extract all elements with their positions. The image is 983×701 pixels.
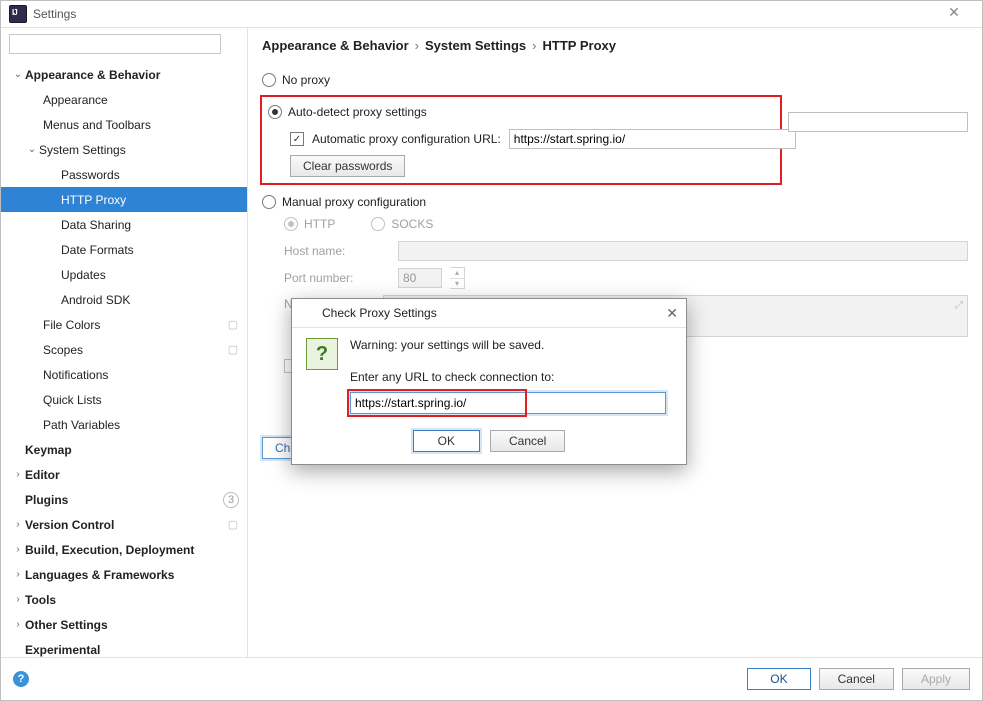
chevron-right-icon: ›: [11, 568, 25, 582]
tree-updates[interactable]: Updates: [1, 262, 247, 287]
tree-notifications[interactable]: Notifications: [1, 362, 247, 387]
radio-label: SOCKS: [391, 217, 433, 231]
tree-version-control[interactable]: ›Version Control▢: [1, 512, 247, 537]
button-bar: ? OK Cancel Apply: [1, 657, 982, 700]
chevron-right-icon: ›: [11, 593, 25, 607]
window-title: Settings: [33, 7, 76, 21]
chevron-right-icon: ›: [532, 38, 536, 53]
tree-languages[interactable]: ›Languages & Frameworks: [1, 562, 247, 587]
tree-tools[interactable]: ›Tools: [1, 587, 247, 612]
apply-button[interactable]: Apply: [902, 668, 970, 690]
tree-experimental[interactable]: Experimental: [1, 637, 247, 657]
dialog-cancel-button[interactable]: Cancel: [490, 430, 565, 452]
chevron-right-icon: ›: [415, 38, 419, 53]
breadcrumb: Appearance & Behavior › System Settings …: [262, 38, 968, 53]
radio-http: [284, 217, 298, 231]
radio-auto-detect[interactable]: Auto-detect proxy settings: [268, 101, 774, 123]
highlight-auto-detect: Auto-detect proxy settings ✓ Automatic p…: [260, 95, 782, 185]
plugins-count-badge: 3: [223, 492, 239, 508]
breadcrumb-part[interactable]: HTTP Proxy: [543, 38, 616, 53]
radio-label: No proxy: [282, 73, 330, 87]
project-icon: ▢: [227, 319, 239, 331]
chevron-down-icon: ▾: [450, 279, 464, 289]
titlebar: Settings ✕: [1, 1, 982, 28]
radio-manual[interactable]: Manual proxy configuration: [262, 191, 968, 213]
breadcrumb-part[interactable]: System Settings: [425, 38, 526, 53]
sidebar: ⌄Appearance & Behavior Appearance Menus …: [1, 28, 248, 657]
port-spinner: ▴▾: [450, 267, 465, 289]
tree-android-sdk[interactable]: Android SDK: [1, 287, 247, 312]
tree-data-sharing[interactable]: Data Sharing: [1, 212, 247, 237]
breadcrumb-part[interactable]: Appearance & Behavior: [262, 38, 409, 53]
tree-quick-lists[interactable]: Quick Lists: [1, 387, 247, 412]
host-name-label: Host name:: [284, 244, 390, 258]
chevron-down-icon: ⌄: [11, 68, 25, 82]
radio-socks: [371, 217, 385, 231]
checkbox-label: Automatic proxy configuration URL:: [312, 132, 501, 146]
port-number-input: [398, 268, 442, 288]
dialog-prompt-text: Enter any URL to check connection to:: [350, 370, 672, 384]
chevron-right-icon: ›: [11, 468, 25, 482]
tree-file-colors[interactable]: File Colors▢: [1, 312, 247, 337]
settings-tree[interactable]: ⌄Appearance & Behavior Appearance Menus …: [1, 60, 247, 657]
tree-http-proxy[interactable]: HTTP Proxy: [1, 187, 247, 212]
chevron-right-icon: ›: [11, 618, 25, 632]
window-close-button[interactable]: ✕: [934, 4, 974, 24]
pac-url-input-tail[interactable]: [788, 112, 968, 132]
dialog-warning-text: Warning: your settings will be saved.: [350, 338, 672, 352]
radio-no-proxy[interactable]: No proxy: [262, 69, 968, 91]
tree-appearance-behavior[interactable]: ⌄Appearance & Behavior: [1, 62, 247, 87]
tree-editor[interactable]: ›Editor: [1, 462, 247, 487]
pac-url-input[interactable]: [509, 129, 796, 149]
app-icon: [9, 5, 27, 23]
tree-system-settings[interactable]: ⌄System Settings: [1, 137, 247, 162]
tree-date-formats[interactable]: Date Formats: [1, 237, 247, 262]
radio-label: Auto-detect proxy settings: [288, 105, 427, 119]
dialog-ok-button[interactable]: OK: [413, 430, 480, 452]
dialog-title: Check Proxy Settings: [322, 306, 437, 320]
tree-plugins[interactable]: Plugins3: [1, 487, 247, 512]
chevron-right-icon: ›: [11, 518, 25, 532]
ok-button[interactable]: OK: [747, 668, 810, 690]
dialog-url-input[interactable]: [350, 392, 666, 414]
tree-keymap[interactable]: Keymap: [1, 437, 247, 462]
chevron-up-icon: ▴: [450, 268, 464, 279]
radio-label: HTTP: [304, 217, 335, 231]
app-icon: [300, 305, 316, 321]
port-number-label: Port number:: [284, 271, 390, 285]
radio-label: Manual proxy configuration: [282, 195, 426, 209]
check-proxy-dialog: Check Proxy Settings ✕ ? Warning: your s…: [291, 298, 687, 465]
dialog-close-button[interactable]: ✕: [646, 305, 678, 322]
tree-path-variables[interactable]: Path Variables: [1, 412, 247, 437]
tree-other-settings[interactable]: ›Other Settings: [1, 612, 247, 637]
tree-menus-toolbars[interactable]: Menus and Toolbars: [1, 112, 247, 137]
tree-passwords[interactable]: Passwords: [1, 162, 247, 187]
settings-search-input[interactable]: [9, 34, 221, 54]
tree-build[interactable]: ›Build, Execution, Deployment: [1, 537, 247, 562]
tree-appearance[interactable]: Appearance: [1, 87, 247, 112]
clear-passwords-button[interactable]: Clear passwords: [290, 155, 405, 177]
checkbox-pac-url[interactable]: ✓: [290, 132, 304, 146]
settings-window: Settings ✕ ⌄Appearance & Behavior Appear…: [0, 0, 983, 701]
cancel-button[interactable]: Cancel: [819, 668, 894, 690]
project-icon: ▢: [227, 344, 239, 356]
question-icon: ?: [306, 338, 338, 370]
expand-icon: ⤢: [955, 300, 963, 311]
chevron-down-icon: ⌄: [25, 143, 39, 157]
tree-scopes[interactable]: Scopes▢: [1, 337, 247, 362]
chevron-right-icon: ›: [11, 543, 25, 557]
host-name-input: [398, 241, 968, 261]
project-icon: ▢: [227, 519, 239, 531]
help-icon[interactable]: ?: [13, 671, 29, 687]
